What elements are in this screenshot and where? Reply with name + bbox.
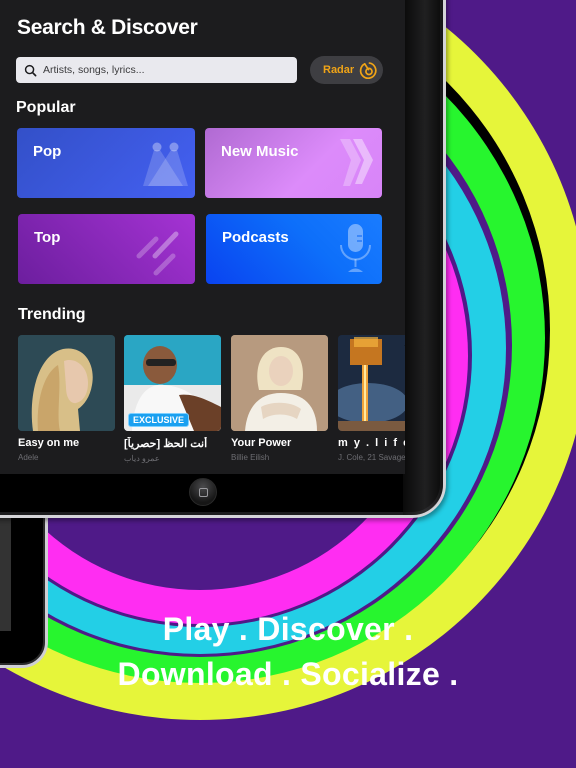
portrait-image [231, 335, 328, 431]
portrait-image [18, 335, 115, 431]
category-card-new-music[interactable]: New Music [205, 128, 382, 198]
category-label: Top [34, 229, 61, 246]
track-title: m y . l i f e [338, 437, 405, 449]
trending-item[interactable]: Easy on me Adele [18, 335, 115, 462]
category-card-pop[interactable]: Pop [17, 128, 195, 198]
app-screen: Search & Discover Radar Popular Pop New … [0, 0, 405, 474]
radar-icon [359, 62, 377, 80]
category-label: Podcasts [222, 229, 289, 246]
search-input[interactable] [43, 64, 283, 76]
category-card-top[interactable]: Top [18, 214, 195, 284]
double-chevron-icon [340, 139, 373, 186]
radar-label: Radar [323, 64, 355, 76]
track-title: أنت الحظ [حصرياً] [124, 438, 208, 450]
track-title: Your Power [231, 437, 292, 449]
home-button[interactable] [189, 478, 217, 506]
category-label: Pop [33, 143, 62, 160]
tagline-line-2: Download . Socialize . [117, 656, 459, 692]
trending-item[interactable]: m y . l i f e J. Cole, 21 Savage & [338, 335, 405, 462]
microphone-icon [340, 224, 371, 272]
album-art-your-power[interactable] [231, 335, 328, 431]
trending-item[interactable]: Your Power Billie Eilish [231, 335, 328, 462]
search-icon [24, 64, 37, 76]
streak-icon [136, 231, 179, 276]
track-artist: Billie Eilish [231, 453, 270, 462]
track-artist: عمرو دياب [124, 454, 160, 463]
track-title: Easy on me [18, 437, 80, 449]
exclusive-badge: EXCLUSIVE [128, 413, 190, 427]
trending-item[interactable]: EXCLUSIVE أنت الحظ [حصرياً] عمرو دياب [124, 335, 221, 463]
album-art-easy-on-me[interactable] [18, 335, 115, 431]
popular-heading: Popular [16, 99, 76, 116]
trending-heading: Trending [18, 306, 86, 323]
radar-button[interactable]: Radar [310, 56, 383, 84]
track-artist: Adele [18, 453, 39, 462]
album-art-my-life[interactable] [338, 335, 405, 431]
tagline-line-1: Play . Discover . [162, 611, 414, 647]
track-artist: J. Cole, 21 Savage & [338, 453, 405, 462]
category-label: New Music [221, 143, 299, 160]
search-bar[interactable] [16, 57, 297, 83]
cover-image [338, 335, 405, 431]
category-card-podcasts[interactable]: Podcasts [206, 214, 382, 284]
album-art-anta-el-haz[interactable]: EXCLUSIVE [124, 335, 221, 431]
spotlight-icon [143, 142, 188, 186]
page-title: Search & Discover [17, 16, 198, 39]
